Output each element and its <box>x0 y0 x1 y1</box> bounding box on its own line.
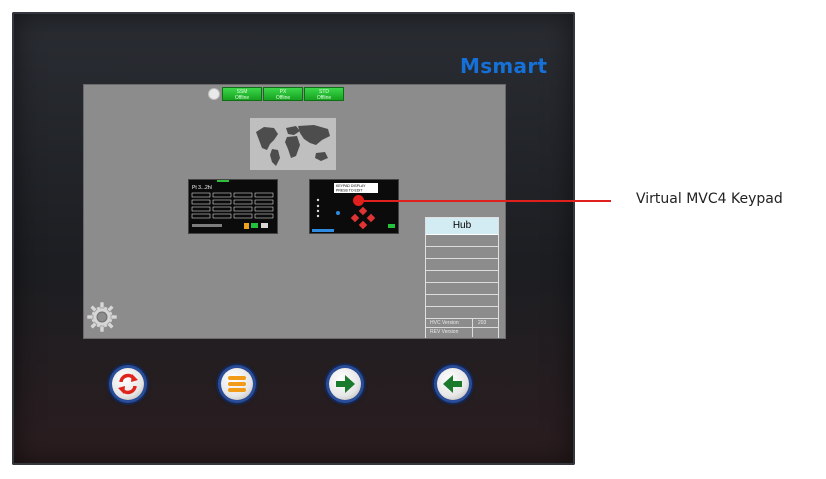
arrow-left-button[interactable] <box>437 368 469 400</box>
refresh-button[interactable] <box>112 368 144 400</box>
settings-gear-icon[interactable] <box>86 301 118 333</box>
status-box-px[interactable]: PX Offline <box>263 87 303 101</box>
hub-panel-row <box>426 295 498 307</box>
brand-logo: Msmart <box>460 54 548 78</box>
refresh-icon <box>118 373 138 395</box>
hub-panel-row <box>426 271 498 283</box>
hub-panel-title: Hub <box>426 218 498 235</box>
hub-panel-row <box>426 283 498 295</box>
status-box-ssm[interactable]: SSM Offline <box>222 87 262 101</box>
arrow-right-icon <box>336 375 355 393</box>
keypad-display-line: KEYPAD DISPLAY <box>336 184 366 188</box>
status-indicator-dot <box>208 88 220 100</box>
arrow-left-icon <box>443 375 462 393</box>
status-box-state: Offline <box>275 95 291 101</box>
main-screen-thumbnail[interactable]: Pt 3...2hl <box>188 179 278 234</box>
hub-footer-label: REV Version <box>430 329 459 335</box>
status-box-state: Offline <box>234 95 250 101</box>
menu-button[interactable] <box>221 368 253 400</box>
menu-icon <box>228 376 246 392</box>
status-box-std[interactable]: STD Offline <box>304 87 344 101</box>
hub-panel-row <box>426 235 498 247</box>
callout-label: Virtual MVC4 Keypad <box>636 191 783 207</box>
hub-footer-row: REV Version <box>426 327 498 337</box>
hub-panel: Hub HVC Version 203 REV Version <box>425 217 499 338</box>
keypad-screen-thumbnail[interactable]: KEYPAD DISPLAY PRESS TO EDIT <box>309 179 399 234</box>
world-map-icon[interactable] <box>250 118 336 170</box>
hub-panel-row <box>426 259 498 271</box>
callout-dot <box>353 195 364 206</box>
callout-line <box>359 200 611 202</box>
hmi-screen: SSM Offline PX Offline STD Offline Pt 3.… <box>83 84 506 339</box>
keypad-display-line: PRESS TO EDIT <box>336 189 363 193</box>
thumbnail-header: Pt 3...2hl <box>192 185 212 191</box>
arrow-right-button[interactable] <box>329 368 361 400</box>
hub-panel-row <box>426 247 498 259</box>
status-box-state: Offline <box>316 95 332 101</box>
